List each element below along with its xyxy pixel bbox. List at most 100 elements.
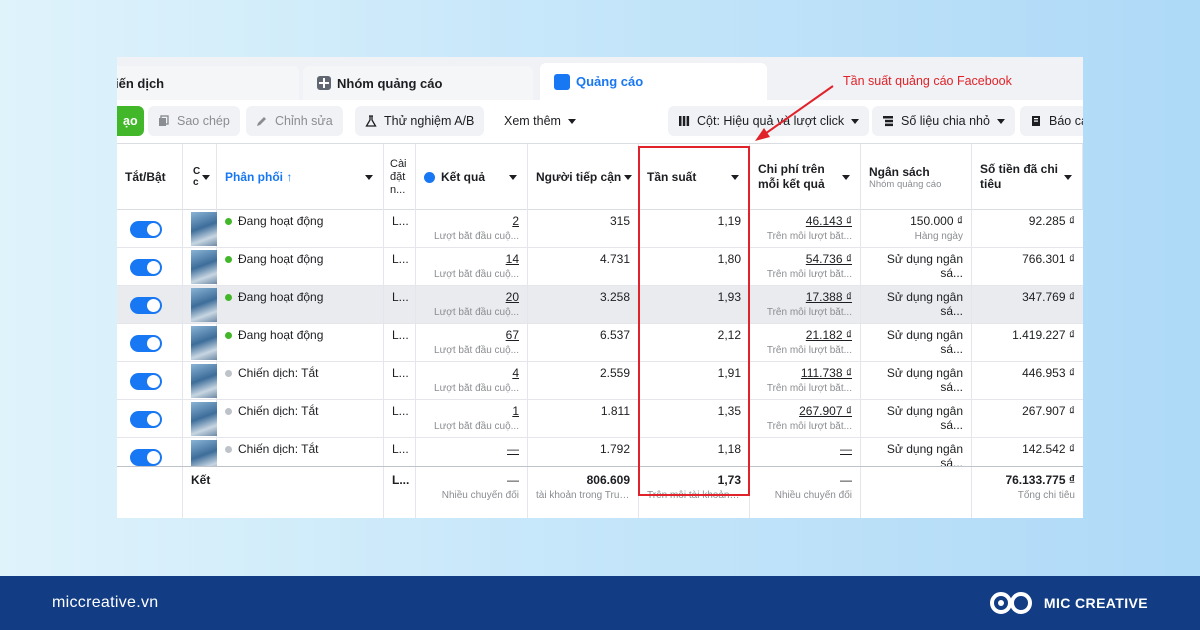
toggle-cell (117, 210, 183, 248)
copy-button[interactable]: Sao chép (148, 106, 240, 136)
results-sub: Lượt bắt đầu cuộ... (434, 307, 519, 318)
toggle-switch[interactable] (130, 221, 162, 238)
column-cost-per-result[interactable]: Chi phí trên mỗi kết quả (750, 144, 861, 210)
table-row[interactable]: Chiến dịch: Tắt L... 4 Lượt bắt đầu cuộ... 2… (117, 362, 1083, 400)
ab-test-button[interactable]: Thử nghiệm A/B (355, 106, 485, 136)
budget-cell: 150.000 ₫ Hàng ngày (861, 210, 972, 248)
thumbnail-cell (183, 400, 217, 438)
status-dot (225, 256, 232, 264)
cost-per-result-value[interactable]: 46.143 ₫ (806, 214, 852, 228)
cost-per-result-value[interactable]: 21.182 ₫ (806, 328, 852, 342)
toggle-switch[interactable] (130, 411, 162, 428)
columns-dropdown[interactable]: Cột: Hiệu quả và lượt click (668, 106, 870, 136)
results-cell: 2 Lượt bắt đầu cuộ... (416, 210, 528, 248)
website-link[interactable]: miccreative.vn (52, 594, 158, 612)
budget-value: Sử dụng ngân sá... (886, 404, 963, 432)
results-cell: 14 Lượt bắt đầu cuộ... (416, 248, 528, 286)
delivery-status: Đang hoạt động (238, 328, 324, 342)
column-reach-label: Người tiếp cận (536, 170, 622, 184)
tab-campaigns[interactable]: iến dịch (117, 66, 299, 100)
column-setting[interactable]: Cài đặt n... (384, 144, 416, 210)
status-dot (225, 446, 232, 454)
totals-label: Kết (183, 467, 384, 518)
results-value[interactable]: 67 (506, 328, 519, 342)
cost-per-result-cell: 17.388 ₫ Trên mỗi lượt bắt... (750, 286, 861, 324)
more-label: Xem thêm (504, 114, 561, 128)
ad-thumbnail[interactable] (191, 440, 217, 466)
results-sub: Lượt bắt đầu cuộ... (434, 345, 519, 356)
reach-cell: 1.811 (528, 400, 639, 438)
brand-name: MIC CREATIVE (1043, 595, 1148, 611)
results-cell: 4 Lượt bắt đầu cuộ... (416, 362, 528, 400)
tab-ads[interactable]: Quảng cáo (540, 63, 767, 100)
tab-campaigns-label: iến dịch (117, 75, 165, 91)
totals-cpr-sub: Nhiều chuyển đổi (774, 490, 852, 501)
setting-cell: L... (384, 324, 416, 362)
totals-results: — Nhiều chuyển đổi (416, 467, 528, 518)
toggle-switch[interactable] (130, 449, 162, 466)
column-c[interactable]: C c (183, 144, 217, 210)
totals-cpr-value: — (840, 473, 852, 487)
ad-thumbnail[interactable] (191, 250, 217, 284)
column-toggle[interactable]: Tắt/Bật (117, 144, 183, 210)
setting-cell: L... (384, 362, 416, 400)
totals-reach-sub: tài khoản trong Trun... (536, 490, 630, 501)
reach-cell: 1.792 (528, 438, 639, 466)
column-results[interactable]: Kết quả (416, 144, 528, 210)
amount-spent-cell: 766.301 ₫ (1022, 252, 1075, 266)
delivery-cell: Đang hoạt động (217, 210, 384, 248)
tab-ad-sets[interactable]: Nhóm quảng cáo (303, 66, 533, 100)
toggle-switch[interactable] (130, 335, 162, 352)
ad-thumbnail[interactable] (191, 212, 217, 246)
amount-spent-cell: 142.542 ₫ (1022, 442, 1075, 456)
results-value[interactable]: 4 (512, 366, 519, 380)
breakdown-dropdown[interactable]: Số liệu chia nhỏ (872, 106, 1015, 136)
column-delivery[interactable]: Phân phối ↑ (217, 144, 384, 210)
column-amount-spent[interactable]: Số tiền đã chi tiêu (972, 144, 1083, 210)
edit-button[interactable]: Chỉnh sửa (246, 106, 343, 136)
more-dropdown[interactable]: Xem thêm (494, 106, 586, 136)
ad-thumbnail[interactable] (191, 326, 217, 360)
tab-ads-label: Quảng cáo (576, 74, 644, 89)
cost-per-result-value[interactable]: — (840, 442, 852, 456)
toggle-switch[interactable] (130, 259, 162, 276)
cost-per-result-cell: 54.736 ₫ Trên mỗi lượt bắt... (750, 248, 861, 286)
cost-per-result-value[interactable]: 267.907 ₫ (799, 404, 852, 418)
chevron-down-icon (851, 118, 860, 124)
results-value[interactable]: 2 (512, 214, 519, 228)
reports-button[interactable]: Báo cá (1020, 106, 1083, 136)
table-row[interactable]: Đang hoạt động L... 2 Lượt bắt đầu cuộ... 31… (117, 210, 1083, 248)
totals-setting: L... (384, 467, 416, 518)
toggle-cell (117, 286, 183, 324)
results-value[interactable]: 1 (512, 404, 519, 418)
table-row[interactable]: Đang hoạt động L... 20 Lượt bắt đầu cuộ... 3… (117, 286, 1083, 324)
column-budget[interactable]: Ngân sách Nhóm quảng cáo (861, 144, 972, 210)
cost-per-result-value[interactable]: 17.388 ₫ (806, 290, 852, 304)
results-value[interactable]: 20 (506, 290, 519, 304)
totals-results-value: — (507, 473, 519, 487)
toggle-switch[interactable] (130, 297, 162, 314)
budget-cell: Sử dụng ngân sá... (861, 248, 972, 286)
totals-blank (117, 467, 183, 518)
ad-thumbnail[interactable] (191, 288, 217, 322)
copy-icon (159, 115, 169, 126)
toggle-cell (117, 248, 183, 286)
table-row[interactable]: Đang hoạt động L... 14 Lượt bắt đầu cuộ... 4… (117, 248, 1083, 286)
totals-amount-spent: 76.133.775 ₫ Tổng chi tiêu (972, 467, 1083, 518)
cost-per-result-value[interactable]: 54.736 ₫ (806, 252, 852, 266)
cost-per-result-cell: 267.907 ₫ Trên mỗi lượt bắt... (750, 400, 861, 438)
column-reach[interactable]: Người tiếp cận (528, 144, 639, 210)
ad-thumbnail[interactable] (191, 364, 217, 398)
amount-spent-cell: 92.285 ₫ (1028, 214, 1075, 228)
table-row[interactable]: Đang hoạt động L... 67 Lượt bắt đầu cuộ... 6… (117, 324, 1083, 362)
thumbnail-cell (183, 210, 217, 248)
toggle-switch[interactable] (130, 373, 162, 390)
cost-per-result-value[interactable]: 111.738 ₫ (801, 366, 852, 380)
table-row[interactable]: Chiến dịch: Tắt L... 1 Lượt bắt đầu cuộ... 1… (117, 400, 1083, 438)
ad-thumbnail[interactable] (191, 402, 217, 436)
create-button[interactable]: ạo (117, 106, 144, 136)
results-value[interactable]: 14 (506, 252, 519, 266)
results-value[interactable]: — (507, 442, 519, 456)
column-budget-sublabel: Nhóm quảng cáo (869, 178, 942, 190)
table-row[interactable]: Chiến dịch: Tắt L... —1.792 1,18— Sử dụng ng… (117, 438, 1083, 466)
